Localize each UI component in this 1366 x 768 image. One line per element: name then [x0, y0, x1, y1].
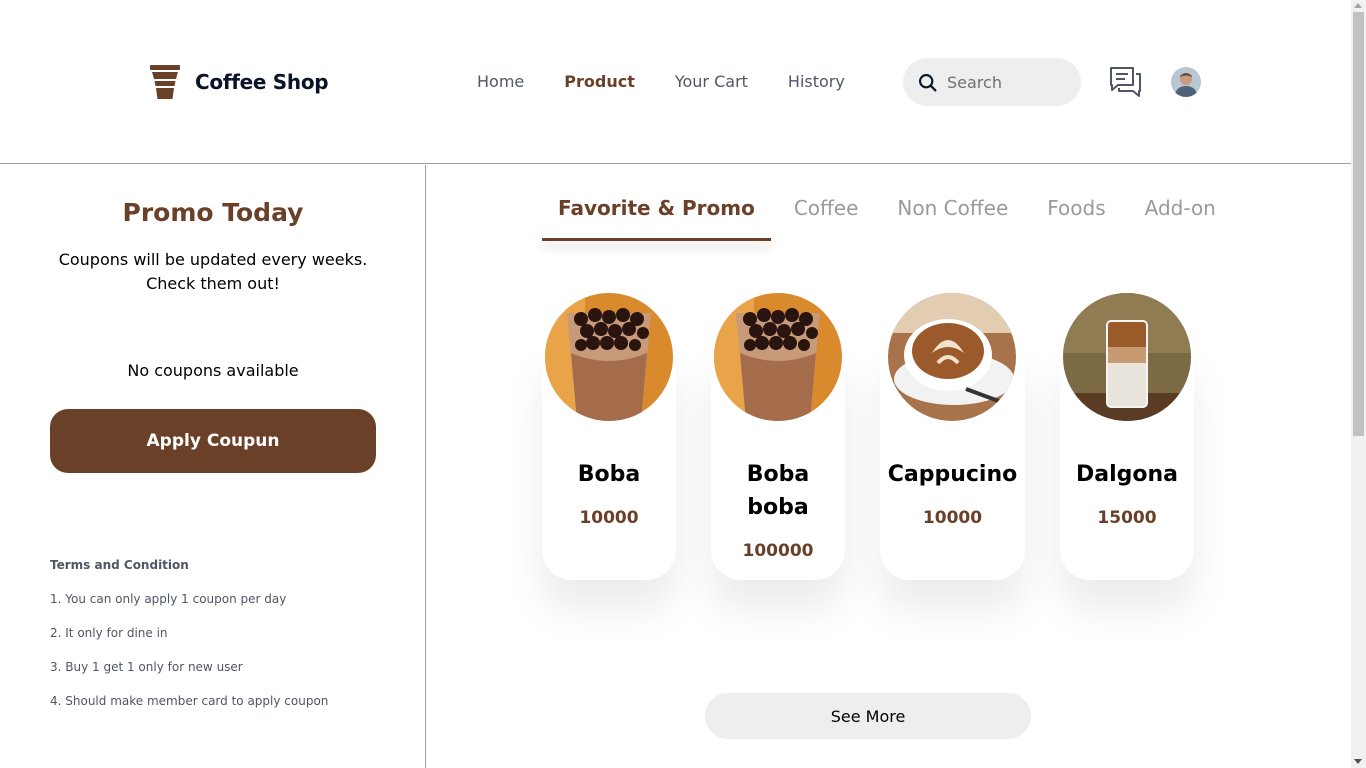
tab-coffee[interactable]: Coffee [778, 196, 875, 241]
scroll-down-icon[interactable] [1354, 759, 1362, 764]
user-avatar[interactable] [1171, 67, 1201, 97]
product-name: Boba [577, 462, 641, 487]
page: Coffee Shop Home Product Your Cart Histo… [0, 0, 1366, 768]
terms-item: 3. Buy 1 get 1 only for new user [50, 660, 243, 674]
scroll-thumb[interactable] [1353, 12, 1364, 436]
terms-item: 1. You can only apply 1 coupon per day [50, 592, 287, 606]
search-icon [919, 73, 937, 92]
product-image [1063, 293, 1191, 421]
product-name: Dalgona [1075, 462, 1179, 487]
coffee-cup-icon [150, 65, 180, 99]
nav-your-cart[interactable]: Your Cart [675, 72, 748, 91]
main-nav: Home Product Your Cart History [477, 72, 845, 91]
product-name: Boba boba [746, 462, 810, 520]
promo-sidebar: Promo Today Coupons will be updated ever… [0, 165, 426, 768]
product-price: 100000 [742, 541, 814, 561]
tab-favorite-promo[interactable]: Favorite & Promo [542, 196, 771, 241]
category-tabs: Favorite & Promo Coffee Non Coffee Foods… [542, 196, 1239, 241]
scroll-up-icon[interactable] [1354, 3, 1362, 8]
brand-name: Coffee Shop [195, 70, 329, 94]
terms-item: 2. It only for dine in [50, 626, 168, 640]
page-scrollbar[interactable] [1351, 0, 1366, 768]
product-name: Cappucino [887, 462, 1018, 487]
tab-foods[interactable]: Foods [1031, 196, 1121, 241]
product-price: 10000 [579, 508, 639, 528]
terms-list: 1. You can only apply 1 coupon per day 2… [50, 592, 328, 728]
top-navbar: Coffee Shop Home Product Your Cart Histo… [0, 0, 1351, 164]
product-card-dalgona[interactable]: Dalgona 15000 [1060, 293, 1194, 580]
see-more-button[interactable]: See More [705, 693, 1031, 739]
nav-product[interactable]: Product [564, 72, 635, 91]
search-box[interactable] [903, 58, 1081, 106]
logo[interactable]: Coffee Shop [148, 64, 329, 100]
tab-non-coffee[interactable]: Non Coffee [881, 196, 1024, 241]
product-card-cappucino[interactable]: Cappucino 10000 [880, 293, 1025, 580]
tab-add-on[interactable]: Add-on [1129, 196, 1232, 241]
terms-item: 4. Should make member card to apply coup… [50, 694, 329, 708]
promo-title: Promo Today [122, 198, 304, 227]
product-price: 10000 [922, 508, 983, 528]
apply-coupon-button[interactable]: Apply Coupun [50, 409, 376, 473]
product-card-boba[interactable]: Boba 10000 [542, 293, 676, 580]
search-input[interactable] [947, 72, 1067, 92]
product-image [545, 293, 673, 421]
nav-history[interactable]: History [788, 72, 845, 91]
product-card-boba-boba[interactable]: Boba boba 100000 [711, 293, 845, 580]
product-price: 15000 [1097, 508, 1157, 528]
chat-icon[interactable] [1109, 66, 1142, 98]
avatar-image [1171, 67, 1201, 97]
empty-coupons-text: No coupons available [127, 361, 299, 380]
promo-subtitle: Coupons will be updated every weeks. Che… [58, 250, 368, 293]
nav-home[interactable]: Home [477, 72, 524, 91]
product-image [714, 293, 842, 421]
product-image [888, 293, 1016, 421]
terms-title: Terms and Condition [50, 558, 189, 572]
